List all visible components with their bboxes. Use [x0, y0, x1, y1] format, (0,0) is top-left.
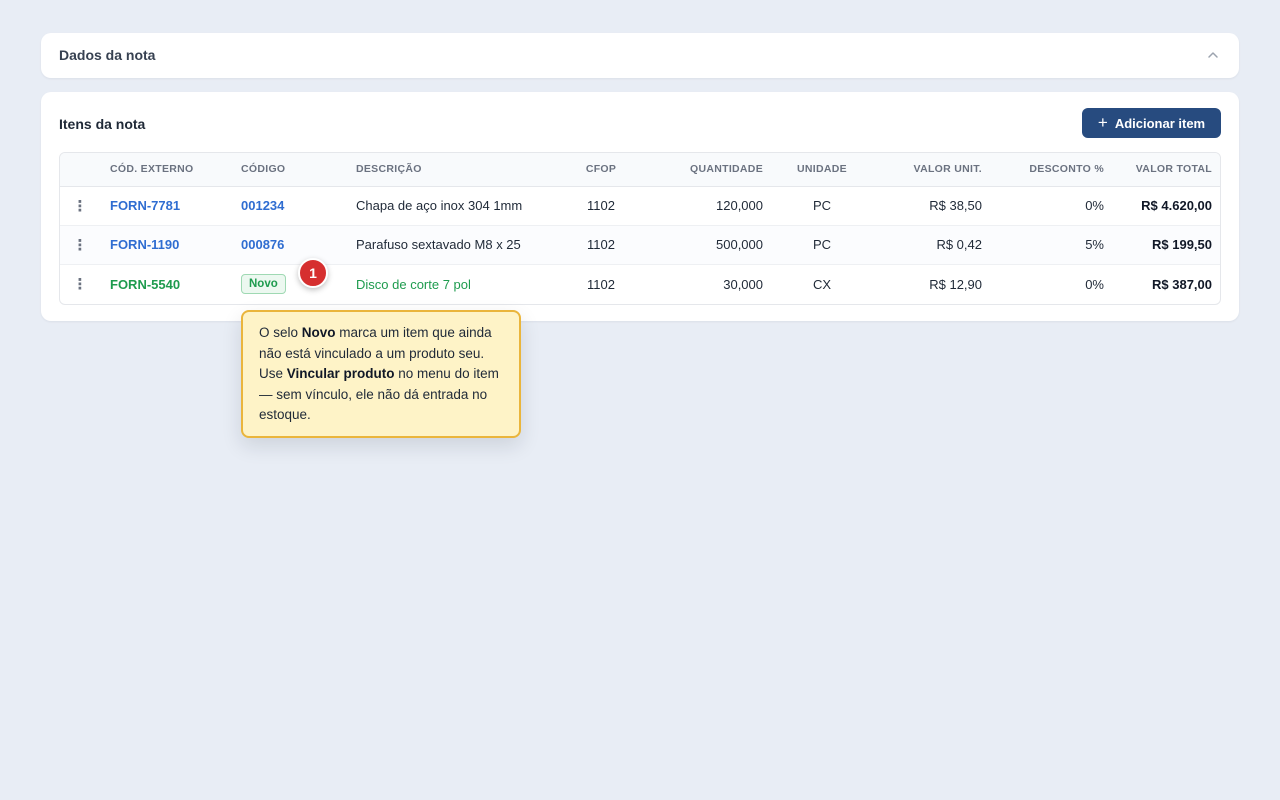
- quantidade-cell: 500,000: [641, 224, 773, 264]
- tooltip-bold-novo: Novo: [301, 325, 336, 340]
- quantidade-cell: 30,000: [641, 263, 773, 304]
- table-row[interactable]: ⋮ FORN-5540 Novo Disco de corte 7 pol 11…: [60, 263, 1220, 304]
- table-row[interactable]: ⋮ FORN-1190 000876 Parafuso sextavado M8…: [60, 224, 1220, 264]
- col-unidade: UNIDADE: [773, 153, 871, 187]
- codigo-cell[interactable]: 001234: [231, 186, 346, 225]
- col-descricao: DESCRIÇÃO: [346, 153, 561, 187]
- descricao-cell: Chapa de aço inox 304 1mm: [356, 198, 523, 213]
- valor-total-cell: R$ 199,50: [1114, 224, 1220, 264]
- table-row[interactable]: ⋮ FORN-7781 001234 Chapa de aço inox 304…: [60, 186, 1220, 225]
- cfop-cell: 1102: [587, 198, 615, 213]
- valor-unit-cell: R$ 38,50: [929, 198, 982, 213]
- col-quantidade: QUANTIDADE: [641, 153, 773, 187]
- tour-tooltip: O selo Novo marca um item que ainda não …: [241, 310, 521, 438]
- add-item-button[interactable]: + Adicionar item: [1082, 108, 1221, 138]
- itens-nota-card: Itens da nota + Adicionar item CÓD. EXTE…: [41, 92, 1239, 321]
- col-desconto: DESCONTO %: [992, 153, 1114, 187]
- unidade-cell: CX: [773, 263, 871, 304]
- cod-externo-cell[interactable]: FORN-1190: [100, 224, 231, 264]
- plus-icon: +: [1097, 113, 1108, 132]
- tour-step-marker[interactable]: 1: [298, 258, 328, 288]
- add-item-label: Adicionar item: [1114, 115, 1206, 131]
- col-cfop: CFOP: [561, 153, 641, 187]
- unidade-cell: PC: [812, 198, 832, 213]
- cod-externo-cell[interactable]: FORN-5540: [100, 263, 231, 304]
- descricao-cell: Parafuso sextavado M8 x 25: [346, 224, 561, 264]
- descricao-cell: Disco de corte 7 pol: [346, 263, 561, 304]
- itens-nota-title: Itens da nota: [59, 116, 146, 132]
- table-header-row: CÓD. EXTERNO CÓDIGO DESCRIÇÃO CFOP QUANT…: [60, 153, 1220, 187]
- col-valor-unit: VALOR UNIT.: [871, 153, 992, 187]
- unidade-cell: PC: [773, 224, 871, 264]
- new-item-badge: Novo: [241, 274, 286, 295]
- codigo-cell[interactable]: 000876: [231, 224, 346, 264]
- chevron-up-icon[interactable]: [1207, 49, 1219, 61]
- desconto-cell: 5%: [992, 224, 1114, 264]
- col-menu: [60, 153, 100, 187]
- dados-nota-title: Dados da nota: [59, 47, 156, 63]
- kebab-menu-icon[interactable]: ⋮: [60, 186, 100, 225]
- col-codigo: CÓDIGO: [231, 153, 346, 187]
- cod-externo-cell[interactable]: FORN-7781: [100, 186, 231, 225]
- valor-total-cell: R$ 387,00: [1114, 263, 1220, 304]
- valor-unit-cell: R$ 0,42: [871, 224, 992, 264]
- tooltip-bold-vincular: Vincular produto: [286, 366, 395, 381]
- cfop-cell: 1102: [561, 224, 641, 264]
- desconto-cell: 0%: [1085, 198, 1104, 213]
- quantidade-cell: 120,000: [716, 198, 763, 213]
- cfop-cell: 1102: [561, 263, 641, 304]
- valor-total-cell: R$ 4.620,00: [1141, 198, 1212, 213]
- dados-nota-card[interactable]: Dados da nota: [41, 33, 1239, 78]
- desconto-cell: 0%: [992, 263, 1114, 304]
- tooltip-text: O selo: [259, 325, 302, 340]
- valor-unit-cell: R$ 12,90: [871, 263, 992, 304]
- kebab-menu-icon[interactable]: ⋮: [60, 224, 100, 264]
- codigo-cell: Novo: [231, 263, 346, 304]
- col-cod-externo: CÓD. EXTERNO: [100, 153, 231, 187]
- items-table: CÓD. EXTERNO CÓDIGO DESCRIÇÃO CFOP QUANT…: [59, 152, 1221, 305]
- kebab-menu-icon[interactable]: ⋮: [60, 263, 100, 304]
- col-valor-total: VALOR TOTAL: [1114, 153, 1220, 187]
